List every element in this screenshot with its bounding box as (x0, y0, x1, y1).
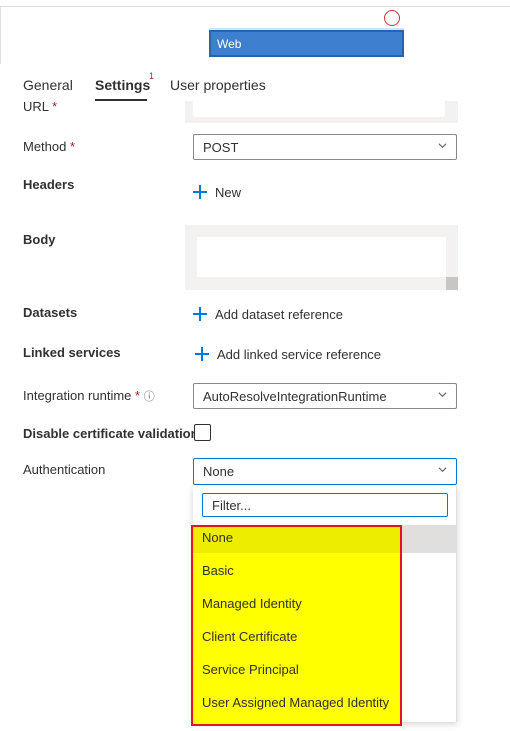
headers-label: Headers (23, 177, 75, 192)
option-managed-identity[interactable]: Managed Identity (202, 596, 302, 611)
chevron-down-icon (438, 392, 447, 398)
chevron-down-icon (438, 467, 447, 473)
method-value: POST (203, 140, 239, 155)
info-icon: ⓘ (143, 391, 155, 403)
tab-user-properties[interactable]: User properties (170, 77, 266, 93)
plus-icon (193, 185, 207, 199)
body-input[interactable] (197, 237, 446, 277)
tab-settings[interactable]: Settings (95, 77, 150, 93)
option-none[interactable]: None (202, 530, 233, 545)
integration-runtime-label: Integration runtime * ⓘ (23, 388, 155, 403)
chevron-down-icon (438, 143, 447, 149)
filter-input[interactable]: Filter... (202, 493, 448, 517)
add-dataset-button[interactable]: Add dataset reference (193, 307, 343, 322)
plus-icon (195, 347, 209, 361)
headers-new-button[interactable]: New (193, 185, 241, 200)
authentication-select[interactable]: None (193, 458, 457, 485)
disable-cert-label: Disable certificate validation (23, 426, 199, 441)
method-label: Method * (23, 139, 76, 154)
body-label: Body (23, 232, 56, 247)
datasets-label: Datasets (23, 305, 78, 320)
tab-general[interactable]: General (23, 77, 73, 93)
option-user-assigned-managed-identity[interactable]: User Assigned Managed Identity (202, 695, 389, 710)
linked-services-label: Linked services (23, 345, 121, 360)
web-activity-node[interactable]: Web (209, 30, 404, 57)
canvas-border-left (0, 6, 1, 64)
filter-placeholder: Filter... (212, 498, 252, 513)
url-label: URL * (23, 99, 58, 114)
properties-tabs: General Settings 1 User properties (0, 70, 510, 100)
authentication-value: None (203, 464, 235, 479)
dropdown-edge (456, 486, 457, 722)
body-scrollbar-thumb[interactable] (446, 277, 458, 290)
canvas-border-top (0, 6, 510, 7)
add-linked-service-button[interactable]: Add linked service reference (195, 347, 381, 362)
option-service-principal[interactable]: Service Principal (202, 662, 299, 677)
error-indicator-icon[interactable] (384, 10, 400, 26)
integration-runtime-value: AutoResolveIntegrationRuntime (203, 389, 387, 404)
url-input[interactable] (193, 101, 445, 117)
method-select[interactable]: POST (193, 134, 457, 160)
web-activity-label: Web (217, 37, 242, 51)
option-client-certificate[interactable]: Client Certificate (202, 629, 297, 644)
authentication-label: Authentication (23, 462, 106, 477)
integration-runtime-select[interactable]: AutoResolveIntegrationRuntime (193, 383, 457, 409)
settings-error-badge: 1 (149, 71, 155, 81)
option-basic[interactable]: Basic (202, 563, 234, 578)
plus-icon (193, 307, 207, 321)
active-tab-indicator (95, 99, 147, 101)
disable-cert-checkbox[interactable] (194, 424, 211, 441)
